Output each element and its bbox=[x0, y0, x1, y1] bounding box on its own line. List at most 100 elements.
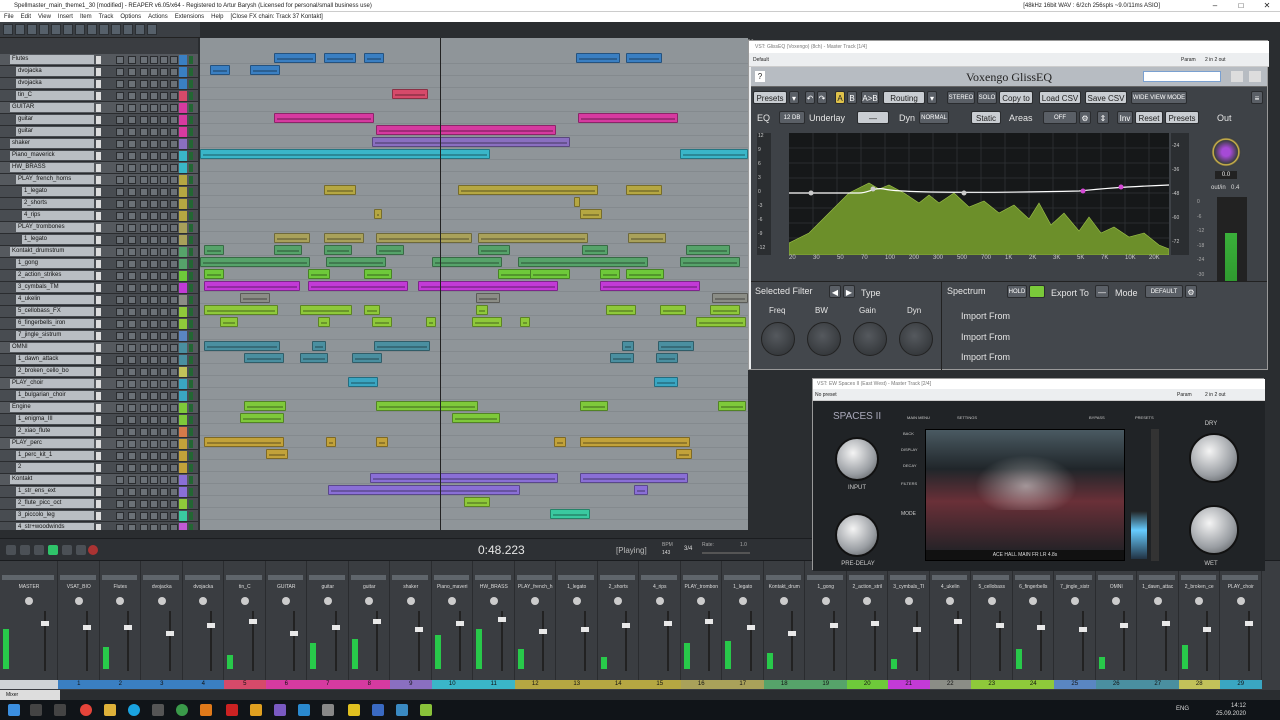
track-solo-button[interactable] bbox=[150, 152, 158, 160]
track-lane[interactable] bbox=[200, 460, 748, 472]
mixer-strip[interactable]: 2_action_stril 20 bbox=[846, 561, 888, 689]
track-row[interactable]: 2_flute_picc_oct bbox=[0, 498, 198, 510]
pan-knob[interactable] bbox=[738, 597, 747, 605]
track-io-button[interactable] bbox=[116, 92, 124, 100]
media-item[interactable] bbox=[348, 377, 378, 387]
track-fx-button[interactable] bbox=[128, 368, 136, 376]
mixer-strip[interactable]: guitar 8 bbox=[348, 561, 390, 689]
track-row[interactable]: 1_legato bbox=[0, 234, 198, 246]
track-volume-icon[interactable] bbox=[96, 164, 101, 172]
mixer-strip[interactable]: PLAY_choir 29 bbox=[1220, 561, 1262, 689]
ab-a-button[interactable]: A bbox=[835, 91, 845, 104]
track-rec-button[interactable] bbox=[170, 128, 178, 136]
track-fx-button[interactable] bbox=[128, 92, 136, 100]
track-row[interactable]: 2 bbox=[0, 462, 198, 474]
track-rec-button[interactable] bbox=[170, 152, 178, 160]
menu-actions[interactable]: Actions bbox=[148, 12, 168, 22]
app-icon-6[interactable] bbox=[348, 704, 360, 716]
fader-handle[interactable] bbox=[124, 625, 132, 630]
track-io-button[interactable] bbox=[116, 488, 124, 496]
media-item[interactable] bbox=[686, 245, 730, 255]
fader-handle[interactable] bbox=[1203, 627, 1211, 632]
track-name[interactable]: Kontakt bbox=[10, 475, 94, 484]
spaces-preset-select[interactable]: No preset bbox=[815, 392, 837, 398]
track-io-button[interactable] bbox=[116, 236, 124, 244]
track-name[interactable]: guitar bbox=[16, 127, 94, 136]
media-item[interactable] bbox=[472, 317, 502, 327]
track-rec-button[interactable] bbox=[170, 80, 178, 88]
mixer-strip[interactable]: Kontakt_drum 18 bbox=[763, 561, 805, 689]
track-fx-button[interactable] bbox=[128, 56, 136, 64]
input-knob[interactable] bbox=[835, 437, 879, 481]
media-item[interactable] bbox=[240, 413, 284, 423]
pan-knob[interactable] bbox=[697, 597, 706, 605]
track-env-button[interactable] bbox=[160, 200, 168, 208]
track-lane[interactable] bbox=[200, 208, 748, 220]
track-row[interactable]: 4_str+woodwinds bbox=[0, 522, 198, 530]
media-item[interactable] bbox=[550, 509, 590, 519]
media-item[interactable] bbox=[580, 473, 688, 483]
track-mute-button[interactable] bbox=[140, 500, 148, 508]
track-lane[interactable] bbox=[200, 172, 748, 184]
track-rec-button[interactable] bbox=[170, 92, 178, 100]
track-row[interactable]: 1_gong bbox=[0, 258, 198, 270]
track-io-button[interactable] bbox=[116, 56, 124, 64]
track-name[interactable]: PLAY_trombones bbox=[16, 223, 94, 232]
track-solo-button[interactable] bbox=[150, 92, 158, 100]
media-item[interactable] bbox=[364, 305, 380, 315]
routing-button[interactable] bbox=[848, 575, 884, 580]
pause-icon[interactable] bbox=[62, 545, 72, 555]
menu-edit[interactable]: Edit bbox=[21, 12, 31, 22]
fader-handle[interactable] bbox=[1037, 625, 1045, 630]
track-solo-button[interactable] bbox=[150, 236, 158, 244]
track-solo-button[interactable] bbox=[150, 308, 158, 316]
track-name[interactable]: 1_str_ens_ext bbox=[16, 487, 94, 496]
media-item[interactable] bbox=[464, 497, 490, 507]
menu-track[interactable]: Track bbox=[99, 12, 114, 22]
media-item[interactable] bbox=[204, 341, 280, 351]
routing-button[interactable] bbox=[1014, 575, 1050, 580]
track-name[interactable]: 2_broken_cello_bo bbox=[16, 367, 94, 376]
track-volume-icon[interactable] bbox=[96, 500, 101, 508]
media-item[interactable] bbox=[622, 341, 634, 351]
track-mute-button[interactable] bbox=[140, 188, 148, 196]
track-name[interactable]: 3_piccolo_leg bbox=[16, 511, 94, 520]
track-rec-button[interactable] bbox=[170, 248, 178, 256]
track-env-button[interactable] bbox=[160, 176, 168, 184]
track-name[interactable]: 2_shorts bbox=[22, 199, 94, 208]
toolbar-button[interactable] bbox=[75, 24, 85, 35]
track-io-button[interactable] bbox=[116, 176, 124, 184]
static-select[interactable]: Static bbox=[971, 111, 1001, 124]
track-fx-button[interactable] bbox=[128, 500, 136, 508]
side-mode[interactable]: MODE bbox=[901, 511, 916, 517]
track-rec-button[interactable] bbox=[170, 416, 178, 424]
track-env-button[interactable] bbox=[160, 260, 168, 268]
media-item[interactable] bbox=[580, 437, 690, 447]
menu-options[interactable]: Options bbox=[120, 12, 141, 22]
routing-button[interactable] bbox=[765, 575, 801, 580]
rate-slider[interactable] bbox=[702, 552, 750, 554]
track-solo-button[interactable] bbox=[150, 440, 158, 448]
track-lane[interactable] bbox=[200, 196, 748, 208]
mixer-strip[interactable]: 7_jingle_sistr 25 bbox=[1054, 561, 1096, 689]
track-row[interactable]: Flutes bbox=[0, 54, 198, 66]
track-name[interactable]: tin_C bbox=[16, 91, 94, 100]
fader-handle[interactable] bbox=[1161, 621, 1170, 626]
app-icon-5[interactable] bbox=[322, 704, 334, 716]
track-io-button[interactable] bbox=[116, 68, 124, 76]
solo-button[interactable]: SOLO bbox=[977, 91, 997, 104]
mixer-strip[interactable]: dvojacka 3 bbox=[141, 561, 183, 689]
toolbar-button[interactable] bbox=[87, 24, 97, 35]
track-volume-icon[interactable] bbox=[96, 308, 101, 316]
track-fx-button[interactable] bbox=[128, 524, 136, 530]
track-name[interactable]: 4_rips bbox=[22, 211, 94, 220]
track-io-button[interactable] bbox=[116, 272, 124, 280]
media-item[interactable] bbox=[418, 281, 558, 291]
routing-button[interactable] bbox=[2, 575, 54, 580]
track-io-button[interactable] bbox=[116, 440, 124, 448]
pan-knob[interactable] bbox=[74, 597, 83, 605]
fader-handle[interactable] bbox=[829, 623, 838, 628]
side-display[interactable]: DISPLAY bbox=[901, 447, 918, 452]
pan-knob[interactable] bbox=[572, 597, 581, 605]
side-back[interactable]: BACK bbox=[903, 431, 914, 436]
